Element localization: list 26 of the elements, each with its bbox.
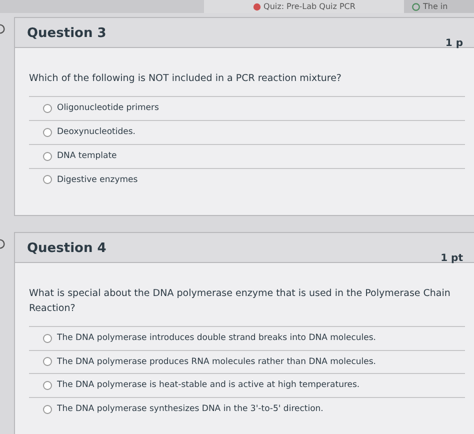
answer-label[interactable]: The DNA polymerase produces RNA molecules rather than DNA molecules.	[57, 356, 376, 368]
radio-button[interactable]	[43, 128, 52, 137]
question-title: Question 3	[27, 25, 106, 43]
radio-button[interactable]	[43, 334, 52, 343]
question-text: Which of the following is NOT included in a PCR reaction mixture?	[29, 72, 342, 86]
radio-button[interactable]	[43, 175, 52, 184]
answer-label[interactable]: Deoxynucleotides.	[57, 126, 136, 139]
answer-label[interactable]: The DNA polymerase is heat-stable and is active at high temperatures.	[57, 379, 360, 392]
answer-label[interactable]: Digestive enzymes	[57, 174, 138, 186]
radio-button[interactable]	[43, 381, 52, 390]
circle-icon	[412, 2, 420, 10]
radio-button[interactable]	[43, 104, 52, 114]
answer-label[interactable]: The DNA polymerase introduces double strand breaks into DNA molecules.	[57, 332, 376, 344]
answer-label[interactable]: The DNA polymerase synthesizes DNA in the 3'-to-5' direction.	[57, 403, 324, 416]
answer-label[interactable]: Oligonucleotide primers	[57, 102, 159, 115]
question-title: Question 4	[27, 240, 106, 258]
radio-button[interactable]	[43, 152, 52, 161]
radio-button[interactable]	[43, 357, 52, 366]
radio-button[interactable]	[43, 404, 52, 414]
question-text: What is special about the DNA polymerase enzyme that is used in the Polymerase Chain Reaction?	[29, 287, 452, 316]
question-points: 1 p	[445, 37, 463, 51]
browser-tab[interactable]: Quiz: Pre-Lab Quiz PCR	[204, 0, 404, 13]
answer-label[interactable]: DNA template	[57, 150, 117, 162]
question-points: 1 pt	[440, 252, 463, 266]
dot-icon	[252, 2, 261, 10]
browser-tab[interactable]: The in	[404, 0, 474, 13]
